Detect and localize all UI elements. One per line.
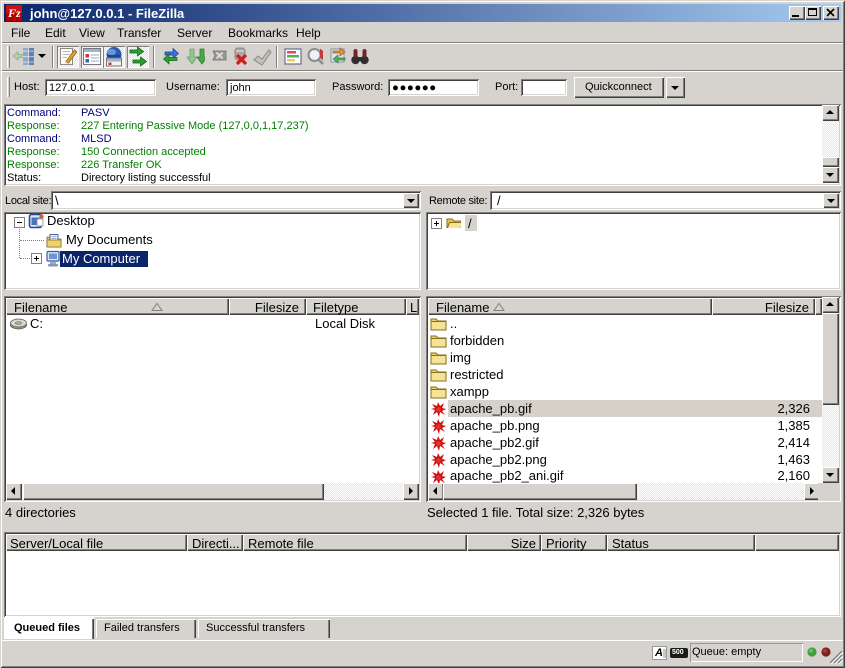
svg-text:Fz: Fz — [7, 6, 21, 20]
